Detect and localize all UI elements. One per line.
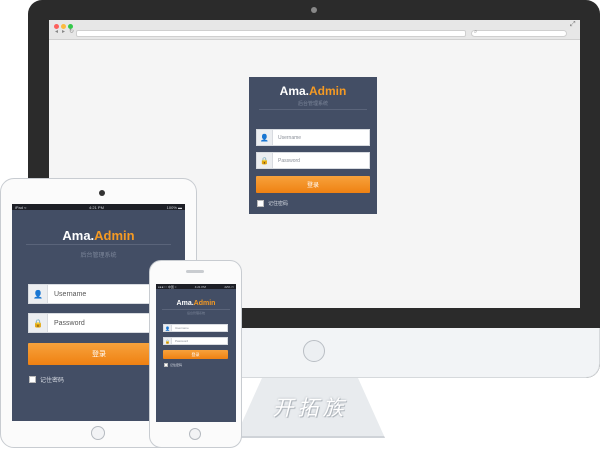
lock-icon: 🔒 bbox=[29, 314, 48, 332]
password-placeholder: Password bbox=[175, 339, 189, 343]
user-icon: 👤 bbox=[164, 325, 172, 331]
ipad-home-button[interactable] bbox=[91, 426, 105, 440]
status-battery: 22% ▭ bbox=[224, 284, 234, 289]
status-carrier: ●●●○○ 中国 ≈ bbox=[158, 284, 177, 289]
status-time: 4:21 PM bbox=[89, 204, 104, 210]
remember-checkbox[interactable] bbox=[164, 363, 168, 367]
status-bar: ●●●○○ 中国 ≈ 4:21 PM 22% ▭ bbox=[156, 284, 236, 289]
remember-label: 记住密码 bbox=[268, 201, 289, 207]
user-icon: 👤 bbox=[29, 285, 48, 303]
login-panel-desktop: Ama.Admin 后台管理系统 👤 Username 🔒 Password 登… bbox=[249, 77, 377, 214]
ipad-camera bbox=[99, 190, 105, 196]
system-subtitle: 后台管理系统 bbox=[297, 101, 328, 107]
expand-icon[interactable]: ⤢ bbox=[570, 21, 576, 29]
imac-camera bbox=[311, 7, 317, 13]
status-battery: 100% ▬ bbox=[166, 204, 182, 210]
remember-label: 记住密码 bbox=[40, 378, 65, 384]
password-placeholder: Password bbox=[54, 319, 85, 327]
forward-arrow-icon[interactable]: ▸ bbox=[62, 29, 65, 35]
system-subtitle: 后台管理系统 bbox=[186, 311, 205, 315]
username-field[interactable]: 👤 Username bbox=[256, 129, 370, 146]
remember-label: 记住密码 bbox=[170, 363, 183, 367]
back-arrow-icon[interactable]: ◂ bbox=[55, 29, 58, 35]
login-panel-phone: ●●●○○ 中国 ≈ 4:21 PM 22% ▭ Ama.Admin 后台管理系… bbox=[156, 284, 236, 422]
username-placeholder: Username bbox=[278, 134, 302, 141]
user-icon: 👤 bbox=[257, 130, 273, 145]
login-button[interactable]: 登录 bbox=[256, 176, 370, 193]
iphone-speaker bbox=[186, 270, 204, 273]
lock-icon: 🔒 bbox=[257, 153, 273, 168]
remember-password[interactable]: 记住密码 bbox=[257, 200, 288, 207]
password-field[interactable]: 🔒 Password bbox=[256, 152, 370, 169]
password-placeholder: Password bbox=[278, 157, 300, 164]
browser-chrome: ◂ ▸ ↻ ⌕ ⤢ bbox=[49, 20, 580, 40]
reload-icon[interactable]: ↻ bbox=[69, 29, 74, 35]
iphone-home-button[interactable] bbox=[189, 428, 201, 440]
remember-password[interactable]: 记住密码 bbox=[164, 363, 182, 367]
divider bbox=[162, 309, 230, 310]
imac-logo-circle bbox=[303, 340, 325, 362]
brand-logo: Ama.Admin bbox=[279, 84, 347, 98]
browser-search-bar[interactable]: ⌕ bbox=[471, 29, 567, 37]
username-field[interactable]: 👤 Username bbox=[163, 324, 228, 332]
remember-checkbox[interactable] bbox=[29, 376, 36, 383]
username-placeholder: Username bbox=[54, 290, 87, 298]
divider bbox=[259, 109, 367, 110]
address-bar[interactable] bbox=[76, 30, 466, 37]
brand-logo: Ama.Admin bbox=[176, 300, 216, 307]
status-carrier: iPad ≈ bbox=[15, 204, 27, 210]
password-field[interactable]: 🔒 Password bbox=[163, 337, 228, 345]
remember-password[interactable]: 记住密码 bbox=[29, 375, 64, 384]
remember-checkbox[interactable] bbox=[257, 200, 264, 207]
username-placeholder: Username bbox=[175, 326, 189, 330]
search-icon: ⌕ bbox=[474, 29, 478, 35]
system-subtitle: 后台管理系统 bbox=[80, 253, 117, 259]
brand-logo: Ama.Admin bbox=[62, 228, 135, 243]
stand-watermark-text: 开拓族 bbox=[272, 396, 348, 420]
divider bbox=[26, 244, 171, 245]
status-time: 4:21 PM bbox=[194, 284, 206, 289]
login-button[interactable]: 登录 bbox=[163, 350, 228, 359]
lock-icon: 🔒 bbox=[164, 338, 172, 344]
status-bar: iPad ≈ 4:21 PM 100% ▬ bbox=[12, 204, 185, 210]
